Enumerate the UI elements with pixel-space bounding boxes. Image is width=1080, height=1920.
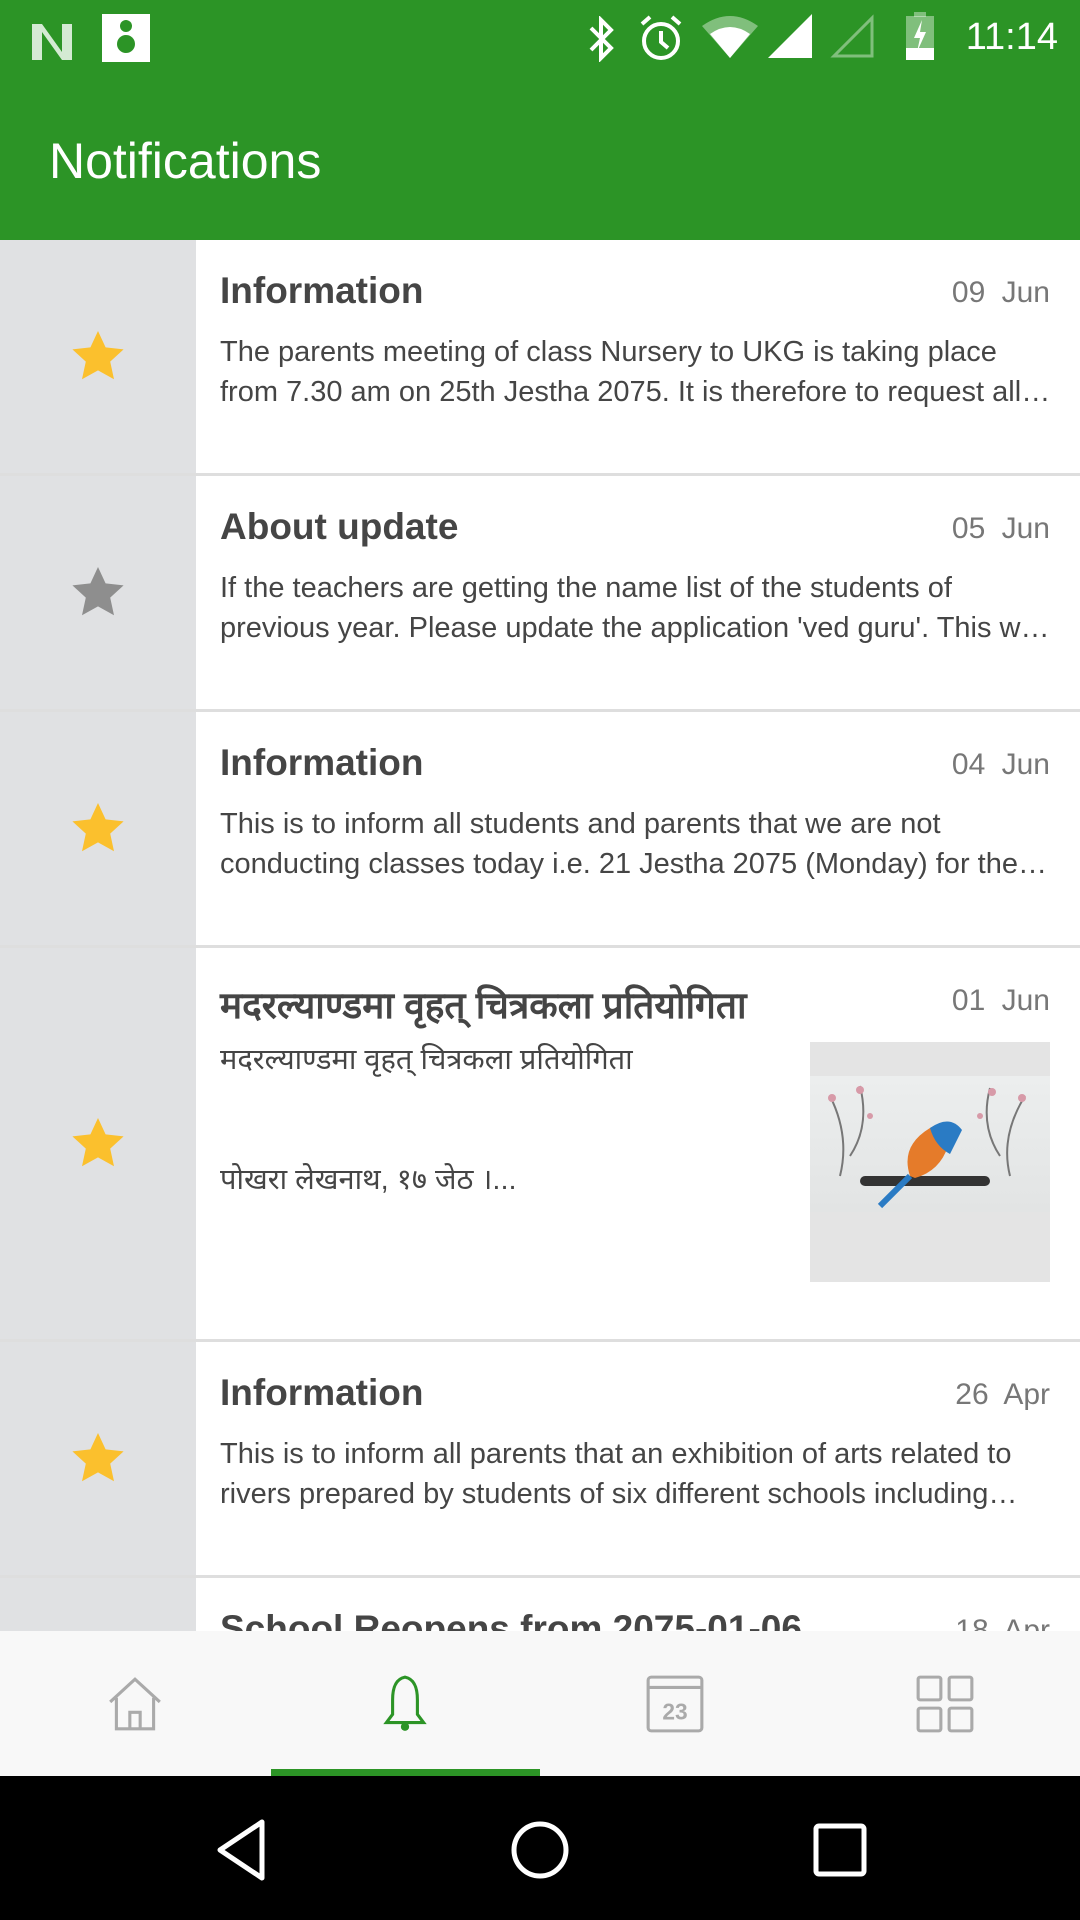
tab-home[interactable] (0, 1631, 270, 1776)
star-cell[interactable] (0, 948, 196, 1339)
active-tab-indicator (271, 1769, 540, 1776)
star-cell[interactable] (0, 1342, 196, 1575)
notification-body: If the teachers are getting the name lis… (220, 572, 1040, 644)
app-notification-icon (102, 14, 150, 62)
bluetooth-icon (589, 16, 614, 62)
recents-icon[interactable] (805, 1818, 875, 1882)
status-bar: 11:14 (0, 0, 1080, 92)
page-title: Notifications (49, 133, 322, 189)
notification-content[interactable]: School Reopens from 2075-01-06 18 Apr (196, 1578, 1080, 1631)
app-bar: Notifications (0, 92, 1080, 240)
tab-calendar[interactable]: 23 (540, 1631, 810, 1776)
notification-item[interactable]: About update 05 Jun If the teachers are … (0, 476, 1080, 712)
notification-content[interactable]: Information 04 Jun This is to inform all… (196, 712, 1080, 945)
tab-notifications[interactable] (270, 1631, 540, 1776)
calendar-icon: 23 (646, 1675, 704, 1732)
notification-item[interactable]: School Reopens from 2075-01-06 18 Apr (0, 1578, 1080, 1631)
n-app-icon (32, 24, 72, 60)
bottom-navigation: 23 (0, 1631, 1080, 1776)
tab-menu[interactable] (810, 1631, 1080, 1776)
star-icon[interactable] (68, 1114, 128, 1174)
star-icon[interactable] (68, 327, 128, 387)
notification-title: Information (220, 1372, 424, 1413)
battery-charging-icon (906, 12, 934, 60)
star-cell[interactable] (0, 476, 196, 709)
notification-body: This is to inform all parents that an ex… (220, 1438, 1012, 1510)
star-icon[interactable] (68, 799, 128, 859)
home-button-icon[interactable] (505, 1818, 575, 1882)
signal-icon (768, 14, 812, 58)
back-icon[interactable] (212, 1818, 282, 1882)
notification-date: 26 Apr (955, 1378, 1050, 1411)
notification-body: मदरल्याण्डमा वृहत् चित्रकला प्रतियोगिता … (220, 1044, 633, 1196)
wifi-icon (702, 16, 758, 58)
notification-date: 04 Jun (951, 748, 1050, 781)
notification-date: 18 Apr (955, 1614, 1050, 1631)
notification-item[interactable]: Information 26 Apr This is to inform all… (0, 1342, 1080, 1578)
notification-content[interactable]: About update 05 Jun If the teachers are … (196, 476, 1080, 709)
notification-item[interactable]: मदरल्याण्डमा वृहत् चित्रकला प्रतियोगिता … (0, 948, 1080, 1342)
notification-title: School Reopens from 2075-01-06 (220, 1608, 802, 1631)
signal-empty-icon (830, 14, 874, 58)
notification-date: 09 Jun (951, 276, 1050, 309)
status-time: 11:14 (965, 16, 1058, 58)
notification-title: Information (220, 742, 424, 783)
notification-title: मदरल्याण्डमा वृहत् चित्रकला प्रतियोगिता (220, 985, 747, 1026)
notification-content[interactable]: मदरल्याण्डमा वृहत् चित्रकला प्रतियोगिता … (196, 948, 1080, 1339)
grid-icon (916, 1675, 974, 1732)
system-navigation-bar (0, 1776, 1080, 1920)
notification-list[interactable]: Information 09 Jun The parents meeting o… (0, 240, 1080, 1631)
calendar-day: 23 (662, 1698, 687, 1724)
star-icon[interactable] (68, 1429, 128, 1489)
notification-date: 01 Jun (951, 984, 1050, 1017)
notification-item[interactable]: Information 09 Jun The parents meeting o… (0, 240, 1080, 476)
notification-item[interactable]: Information 04 Jun This is to inform all… (0, 712, 1080, 948)
notification-content[interactable]: Information 26 Apr This is to inform all… (196, 1342, 1080, 1575)
home-icon (109, 1676, 161, 1730)
star-cell[interactable] (0, 712, 196, 945)
star-cell[interactable] (0, 240, 196, 473)
bell-icon (383, 1675, 427, 1731)
notification-content[interactable]: Information 09 Jun The parents meeting o… (196, 240, 1080, 473)
star-cell[interactable] (0, 1578, 196, 1631)
notification-date: 05 Jun (951, 512, 1050, 545)
star-icon[interactable] (68, 563, 128, 623)
notification-body: This is to inform all students and paren… (220, 808, 1018, 880)
alarm-icon (640, 15, 682, 60)
notification-body: The parents meeting of class Nursery to … (220, 336, 1022, 408)
notification-title: Information (220, 270, 424, 311)
painting-image (810, 1076, 1050, 1212)
notification-title: About update (220, 506, 459, 547)
notification-thumbnail[interactable] (810, 1042, 1050, 1282)
